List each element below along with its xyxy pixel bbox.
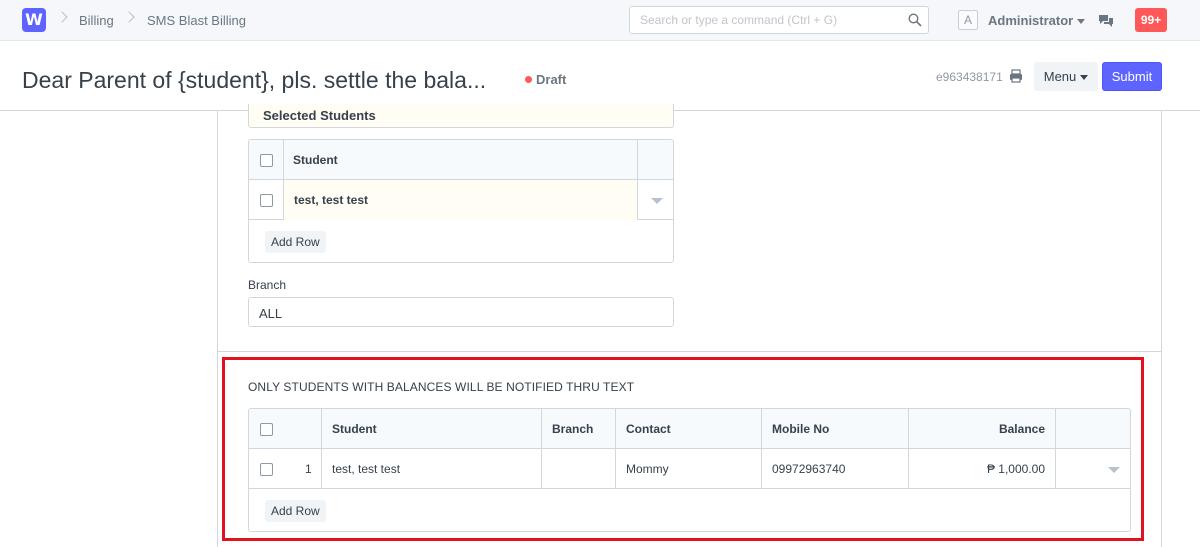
table-row[interactable]: test, test test [249,180,673,220]
selected-students-table: Student test, test test Add Row [248,139,674,263]
app-logo[interactable]: W [22,8,46,32]
page-header: Dear Parent of {student}, pls. settle th… [0,41,1200,111]
balances-notice: ONLY STUDENTS WITH BALANCES WILL BE NOTI… [248,380,635,394]
branch-field[interactable]: ALL [248,297,674,327]
print-icon[interactable] [1009,69,1023,83]
column-header-balance: Balance [998,422,1045,436]
menu-button[interactable]: Menu [1034,62,1098,91]
student-cell[interactable]: test, test test [322,449,542,489]
row-index: 1 [305,462,312,476]
avatar[interactable]: A [958,10,978,30]
search-input[interactable] [630,7,890,33]
student-value: test, test test [332,462,401,476]
branch-label: Branch [248,278,287,292]
notification-badge[interactable]: 99+ [1135,8,1167,32]
column-header-student: Student [332,422,377,436]
top-navbar: W Billing SMS Blast Billing A Administra… [0,0,1200,41]
status-badge: Draft [525,72,566,87]
table-header: Student [249,140,673,180]
menu-button-label: Menu [1043,69,1077,84]
contact-value: Mommy [626,462,669,476]
select-all-checkbox[interactable] [260,423,273,436]
status-label: Draft [536,72,567,87]
row-dropdown-icon[interactable] [651,198,663,204]
breadcrumb-billing[interactable]: Billing [79,13,114,28]
branch-cell[interactable] [542,449,616,489]
table-header: Student Branch Contact Mobile No Balance [249,409,1130,449]
chat-icon[interactable] [1098,14,1114,28]
student-cell[interactable]: test, test test [284,180,638,220]
search-box [629,6,929,34]
user-name: Administrator [988,13,1074,28]
balances-table: Student Branch Contact Mobile No Balance… [248,408,1131,532]
mobile-no-cell[interactable]: 09972963740 [762,449,909,489]
row-checkbox[interactable] [260,463,273,476]
branch-value: ALL [259,306,283,321]
caret-down-icon [1077,19,1086,25]
select-all-checkbox[interactable] [260,154,273,167]
status-dot-icon [525,76,532,83]
student-value: test, test test [294,193,369,207]
user-menu[interactable]: Administrator [988,13,1086,28]
document-id: e963438171 [936,70,1003,84]
column-header-mobile-no: Mobile No [772,422,830,436]
column-header-contact: Contact [626,422,671,436]
balance-value: ₱ 1,000.00 [986,462,1045,476]
row-checkbox[interactable] [260,194,273,207]
submit-button[interactable]: Submit [1102,62,1162,91]
contact-cell[interactable]: Mommy [616,449,762,489]
balance-cell[interactable]: ₱ 1,000.00 [909,449,1056,489]
selected-students-label: Selected Students [263,108,376,123]
mobile-no-value: 09972963740 [772,462,846,476]
column-header-branch: Branch [552,422,594,436]
caret-down-icon [1080,75,1089,81]
chevron-right-icon [56,11,68,23]
table-row[interactable]: 1 test, test test Mommy 09972963740 ₱ 1,… [249,449,1130,489]
add-row-button[interactable]: Add Row [265,231,326,253]
section-divider [217,351,1162,352]
row-dropdown-icon[interactable] [1108,467,1120,473]
search-icon[interactable] [908,13,922,27]
selected-students-header: Selected Students [248,104,674,128]
page-title: Dear Parent of {student}, pls. settle th… [22,67,487,93]
column-header-student: Student [293,153,338,167]
chevron-right-icon [123,11,135,23]
breadcrumb-sms-blast-billing[interactable]: SMS Blast Billing [147,13,246,28]
add-row-button[interactable]: Add Row [265,500,326,522]
